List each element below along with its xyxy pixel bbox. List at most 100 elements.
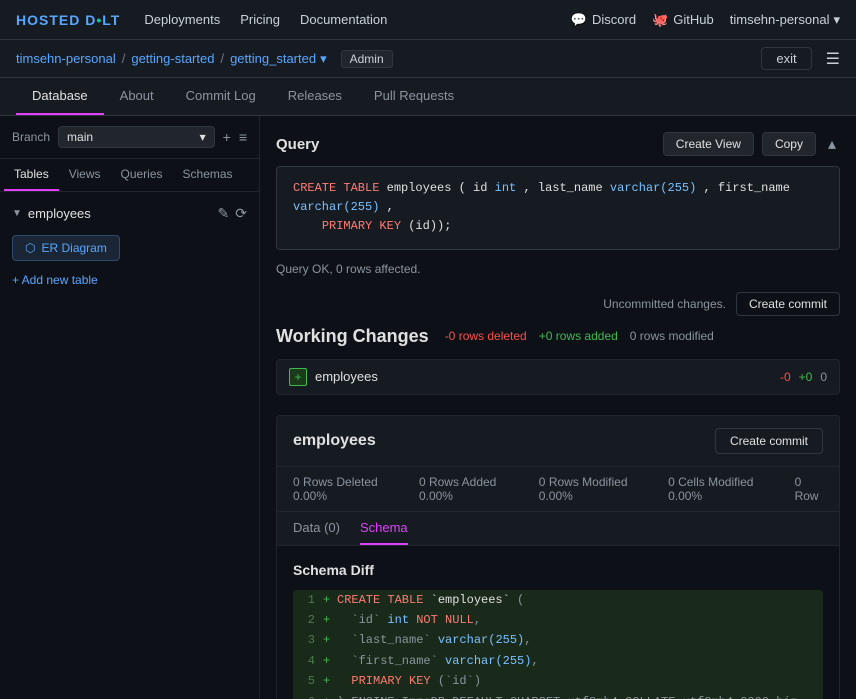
history-icon[interactable]: ⟳ <box>235 205 247 222</box>
diff-line-4: 4 + `first_name` varchar(255), <box>293 651 823 671</box>
branch-menu-icon[interactable]: ≡ <box>239 129 247 145</box>
sidebar-tabs: Tables Views Queries Schemas <box>0 159 259 192</box>
add-table-button[interactable]: + Add new table <box>12 269 247 291</box>
diff-line-num-4: 4 <box>293 651 323 671</box>
cells-modified-value: 0 <box>668 475 675 489</box>
diff-line-num-3: 3 <box>293 630 323 650</box>
top-nav-right: 💬 Discord 🐙 GitHub timsehn-personal ▾ <box>571 12 840 28</box>
sql-primary-kw: PRIMARY KEY <box>322 219 401 233</box>
breadcrumb-sep-1: / <box>122 51 126 66</box>
hamburger-icon[interactable]: ☰ <box>826 49 840 69</box>
tab-about[interactable]: About <box>104 77 170 115</box>
nav-deployments[interactable]: Deployments <box>144 12 220 27</box>
working-changes-stats: -0 rows deleted +0 rows added 0 rows mod… <box>445 329 714 343</box>
content-area: Query Create View Copy ▴ CREATE TABLE em… <box>260 116 856 699</box>
wc-modified: 0 <box>820 370 827 384</box>
edit-icon[interactable]: ✎ <box>218 205 230 222</box>
sql-indent <box>293 219 315 233</box>
rows-deleted-value: 0 <box>293 475 300 489</box>
exit-button[interactable]: exit <box>761 47 811 70</box>
breadcrumb-sep-2: / <box>220 51 224 66</box>
sql-table-name: employees ( <box>387 181 473 195</box>
discord-link[interactable]: 💬 Discord <box>571 12 636 28</box>
collapse-button[interactable]: ▴ <box>824 134 840 154</box>
diff-plus-3: + <box>323 630 337 650</box>
sql-varchar2-type: varchar(255) <box>293 200 379 214</box>
tab-pull-requests[interactable]: Pull Requests <box>358 77 470 115</box>
sidebar-tab-tables[interactable]: Tables <box>4 159 59 191</box>
user-menu[interactable]: timsehn-personal ▾ <box>730 12 840 28</box>
row-lbl: Row <box>795 489 819 503</box>
rows-added-value: 0 <box>419 475 426 489</box>
tree-expand-icon: ▼ <box>12 208 22 219</box>
diff-plus-5: + <box>323 671 337 691</box>
working-changes-table-row[interactable]: + employees -0 +0 0 <box>276 359 840 395</box>
diff-plus-1: + <box>323 590 337 610</box>
create-view-button[interactable]: Create View <box>663 132 754 156</box>
diff-code-2: `id` int NOT NULL, <box>337 610 823 630</box>
wc-plus-icon: + <box>289 368 307 386</box>
diff-plus-6: + <box>323 692 337 699</box>
diff-line-num-5: 5 <box>293 671 323 691</box>
detail-tab-schema[interactable]: Schema <box>360 512 408 545</box>
sql-int-type: int <box>495 181 517 195</box>
rows-deleted-pct: 0.00% <box>293 489 327 503</box>
admin-badge: Admin <box>341 50 393 68</box>
add-table-label: + Add new table <box>12 273 98 287</box>
sidebar-tab-schemas[interactable]: Schemas <box>173 159 243 191</box>
github-link[interactable]: 🐙 GitHub <box>652 12 714 28</box>
top-nav: HOSTED D•LT Deployments Pricing Document… <box>0 0 856 40</box>
detail-tabs: Data (0) Schema <box>277 512 839 546</box>
github-icon: 🐙 <box>652 12 668 28</box>
diff-line-6: 6 + ) ENGINE=InnoDB DEFAULT CHARSET=utf8… <box>293 692 823 699</box>
table-employees-item[interactable]: ▼ employees ✎ ⟳ <box>0 200 259 227</box>
breadcrumb-branch[interactable]: getting_started ▾ <box>230 51 327 67</box>
branch-icons: + ≡ <box>223 129 247 145</box>
sidebar-tab-views[interactable]: Views <box>59 159 111 191</box>
query-header: Query Create View Copy ▴ <box>276 132 840 156</box>
breadcrumb-org[interactable]: timsehn-personal <box>16 51 116 66</box>
working-changes-header: Working Changes -0 rows deleted +0 rows … <box>276 326 840 347</box>
logo: HOSTED D•LT <box>16 12 120 28</box>
create-commit-small-button[interactable]: Create commit <box>736 292 840 316</box>
breadcrumb-repo[interactable]: getting-started <box>131 51 214 66</box>
working-changes-section: Working Changes -0 rows deleted +0 rows … <box>276 326 840 395</box>
add-branch-icon[interactable]: + <box>223 129 231 145</box>
rows-modified-pct: 0.00% <box>539 489 573 503</box>
er-diagram-button[interactable]: ⬡ ER Diagram <box>12 235 120 261</box>
sql-firstname-col: first_name <box>718 181 790 195</box>
rows-added-stat: +0 rows added <box>539 329 618 343</box>
employees-stats-row: 0 Rows Deleted 0.00% 0 Rows Added 0.00% … <box>277 467 839 512</box>
rows-added-label: 0 Rows Added 0.00% <box>419 475 515 503</box>
cells-modified-pct: 0.00% <box>668 489 702 503</box>
tab-commit-log[interactable]: Commit Log <box>170 77 272 115</box>
query-box: CREATE TABLE employees ( id int , last_n… <box>276 166 840 250</box>
sql-comma3: , <box>387 200 394 214</box>
employees-detail: employees Create commit 0 Rows Deleted 0… <box>276 415 840 699</box>
employees-detail-header: employees Create commit <box>277 416 839 467</box>
sql-varchar1-type: varchar(255) <box>610 181 696 195</box>
nav-documentation[interactable]: Documentation <box>300 12 387 27</box>
schema-diff-title: Schema Diff <box>293 562 823 578</box>
diff-plus-4: + <box>323 651 337 671</box>
cells-modified-lbl: Cells Modified <box>678 475 753 489</box>
copy-button[interactable]: Copy <box>762 132 816 156</box>
sidebar-content: ▼ employees ✎ ⟳ ⬡ ER Diagram + Add new t… <box>0 192 259 699</box>
sidebar-tab-queries[interactable]: Queries <box>110 159 172 191</box>
wc-table-stats: -0 +0 0 <box>780 370 827 384</box>
tab-releases[interactable]: Releases <box>272 77 358 115</box>
breadcrumb-bar: timsehn-personal / getting-started / get… <box>0 40 856 78</box>
tab-database[interactable]: Database <box>16 77 104 115</box>
query-actions: Create View Copy ▴ <box>663 132 840 156</box>
nav-pricing[interactable]: Pricing <box>240 12 280 27</box>
rows-deleted-lbl: Rows Deleted <box>303 475 378 489</box>
diff-code-6: ) ENGINE=InnoDB DEFAULT CHARSET=utf8mb4 … <box>337 692 823 699</box>
detail-tab-data[interactable]: Data (0) <box>293 512 340 545</box>
create-commit-main-button[interactable]: Create commit <box>715 428 823 454</box>
discord-icon: 💬 <box>571 12 587 28</box>
working-changes-title: Working Changes <box>276 326 429 347</box>
sql-id-col: id <box>473 181 495 195</box>
branch-select[interactable]: main ▾ <box>58 126 215 148</box>
cells-modified-label: 0 Cells Modified 0.00% <box>668 475 771 503</box>
diff-code-1: CREATE TABLE `employees` ( <box>337 590 823 610</box>
